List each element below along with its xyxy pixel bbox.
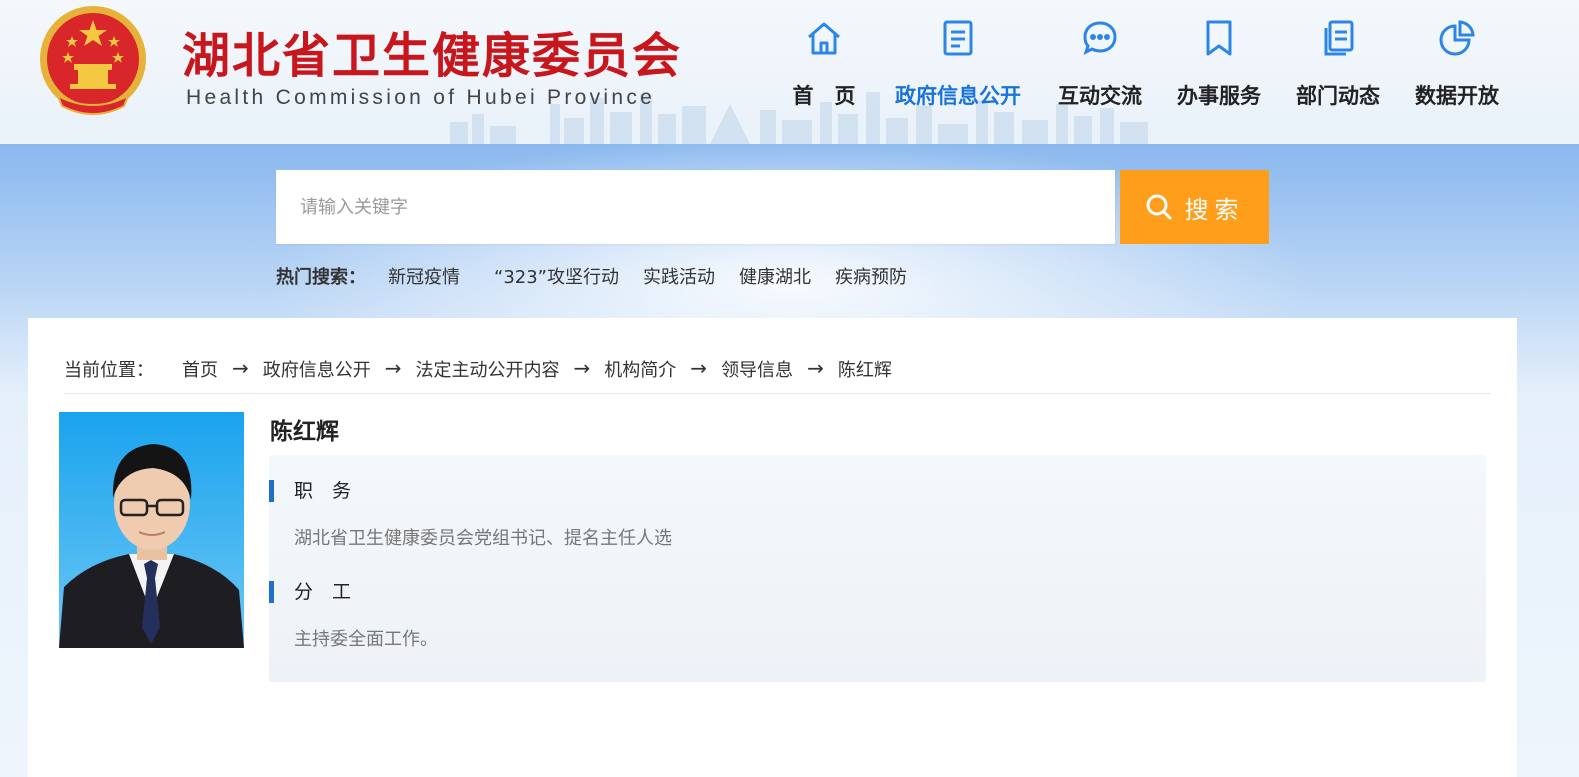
section-heading-position: 职 务 (269, 480, 351, 502)
breadcrumb-item[interactable]: 政府信息公开 (263, 356, 371, 382)
search-button-label: 搜索 (1184, 195, 1245, 224)
main-nav: 首 页 政府信息公开 互动交流 办事服务 部门动态 数据开放 (0, 0, 1579, 144)
section-heading-duties: 分 工 (269, 581, 351, 603)
hot-search: 热门搜索： 新冠疫情 “323”攻坚行动 实践活动 健康湖北 疾病预防 (276, 262, 931, 290)
nav-item-services[interactable]: 办事服务 (1154, 18, 1284, 118)
section-text-position: 湖北省卫生健康委员会党组书记、提名主任人选 (294, 528, 672, 549)
content-card: 当前位置： 首页 → 政府信息公开 → 法定主动公开内容 → 机构简介 → 领导… (28, 318, 1517, 777)
document-list-icon (943, 20, 973, 56)
breadcrumb-item[interactable]: 首页 (182, 356, 218, 382)
breadcrumb-item[interactable]: 领导信息 (721, 356, 793, 382)
nav-label-gov-info: 政府信息公开 (895, 84, 1021, 108)
search-icon (1146, 194, 1171, 220)
hot-search-item[interactable]: 健康湖北 (739, 263, 811, 289)
breadcrumb-item[interactable]: 机构简介 (604, 356, 676, 382)
section-text-duties: 主持委全面工作。 (294, 629, 438, 650)
hot-search-label: 热门搜索： (276, 267, 366, 288)
nav-item-dept-news[interactable]: 部门动态 (1273, 18, 1403, 118)
breadcrumb-arrow: → (807, 356, 824, 380)
hot-search-item[interactable]: 实践活动 (643, 263, 715, 289)
search-button[interactable]: 搜索 (1120, 170, 1269, 244)
breadcrumb-arrow: → (384, 356, 402, 380)
site-header: 湖北省卫生健康委员会 Health Commission of Hubei Pr… (0, 0, 1579, 144)
nav-label-interaction: 互动交流 (1058, 84, 1142, 108)
nav-item-gov-info[interactable]: 政府信息公开 (893, 18, 1023, 118)
breadcrumb-arrow: → (232, 356, 249, 380)
breadcrumb-arrow: → (690, 356, 708, 380)
breadcrumb-current: 陈红辉 (837, 360, 892, 381)
person-name: 陈红辉 (270, 419, 339, 445)
nav-item-home[interactable]: 首 页 (759, 18, 889, 118)
portrait-photo (59, 412, 244, 648)
pie-chart-icon (1439, 20, 1475, 56)
breadcrumb-item[interactable]: 法定主动公开内容 (416, 356, 560, 382)
breadcrumb-arrow: → (573, 356, 591, 380)
hot-search-item[interactable]: 新冠疫情 (388, 263, 460, 289)
hot-search-item[interactable]: “323”攻坚行动 (494, 263, 619, 289)
nav-label-services: 办事服务 (1177, 84, 1261, 108)
chat-bubble-icon (1083, 21, 1117, 55)
search-input[interactable] (276, 170, 1115, 244)
pages-icon (1324, 20, 1354, 56)
nav-label-open-data: 数据开放 (1415, 84, 1499, 108)
home-icon (808, 22, 840, 55)
bookmark-icon (1206, 20, 1232, 56)
hot-search-item[interactable]: 疾病预防 (835, 263, 907, 289)
breadcrumb: 当前位置： 首页 → 政府信息公开 → 法定主动公开内容 → 机构简介 → 领导… (64, 356, 1491, 394)
nav-label-dept-news: 部门动态 (1296, 84, 1380, 108)
nav-item-open-data[interactable]: 数据开放 (1392, 18, 1522, 118)
nav-item-interaction[interactable]: 互动交流 (1035, 18, 1165, 118)
breadcrumb-label: 当前位置： (64, 360, 154, 381)
profile-info-panel: 职 务 湖北省卫生健康委员会党组书记、提名主任人选 分 工 主持委全面工作。 (269, 455, 1486, 682)
nav-label-home: 首 页 (792, 84, 856, 108)
